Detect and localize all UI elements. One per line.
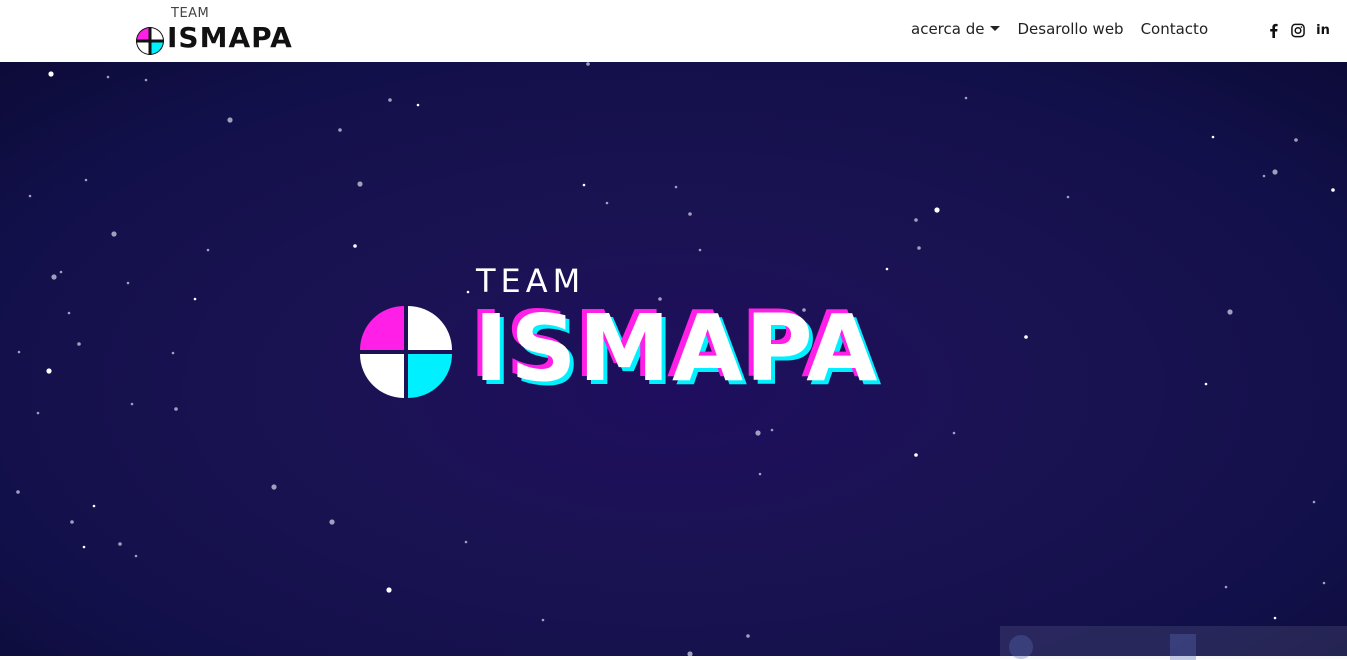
top-navbar: TEAM ISMAPA acerca de Desarollo web Cont…: [0, 0, 1347, 62]
nav-item-acerca-de[interactable]: acerca de: [911, 20, 1001, 38]
star: [51, 274, 57, 280]
star: [914, 453, 918, 457]
star: [1066, 195, 1070, 199]
logo-mark-icon: [136, 27, 164, 55]
star: [1211, 135, 1215, 139]
star: [70, 520, 74, 524]
star: [917, 246, 921, 250]
star: [134, 554, 138, 558]
star: [111, 231, 117, 237]
facebook-icon[interactable]: [1266, 22, 1280, 38]
nav-item-label: Contacto: [1140, 20, 1209, 38]
star: [271, 484, 277, 490]
instagram-icon[interactable]: [1291, 22, 1305, 38]
star: [386, 587, 392, 593]
social-links: in: [1266, 22, 1341, 38]
star: [48, 71, 54, 77]
main-menu: acerca de Desarollo web Contacto: [911, 20, 1225, 38]
star: [77, 342, 81, 346]
star: [1272, 169, 1278, 175]
star: [964, 96, 968, 100]
star: [952, 431, 956, 435]
star: [227, 117, 233, 123]
star: [1294, 138, 1298, 142]
file-icon[interactable]: [1170, 634, 1196, 660]
download-bar: [1000, 626, 1347, 660]
star: [144, 78, 148, 82]
star: [1331, 188, 1335, 192]
nav-item-desarollo-web[interactable]: Desarollo web: [1017, 20, 1123, 38]
star: [1322, 581, 1326, 585]
star: [59, 270, 63, 274]
star: [126, 281, 130, 285]
logo-brand-text: ISMAPA: [167, 21, 293, 54]
star: [1273, 616, 1277, 620]
star: [118, 542, 122, 546]
star: [36, 411, 40, 415]
star: [934, 207, 940, 213]
star: [416, 103, 420, 107]
star: [770, 428, 774, 432]
star: [388, 98, 392, 102]
star: [755, 430, 761, 436]
star: [586, 62, 590, 66]
star: [67, 311, 71, 315]
star: [16, 490, 20, 494]
star: [1204, 382, 1208, 386]
star: [84, 178, 88, 182]
star: [106, 75, 110, 79]
star: [1227, 309, 1233, 315]
star: [46, 368, 52, 374]
nav-item-label: acerca de: [911, 20, 985, 38]
hero-logo: TEAM ISMAPA: [356, 262, 956, 412]
star: [541, 618, 545, 622]
nav-item-label: Desarollo web: [1017, 20, 1124, 38]
star: [688, 212, 692, 216]
star: [1024, 335, 1028, 339]
star: [582, 183, 586, 187]
nav-item-contacto[interactable]: Contacto: [1141, 20, 1209, 38]
star: [698, 248, 702, 252]
linkedin-icon[interactable]: in: [1316, 22, 1330, 38]
star: [174, 407, 178, 411]
star: [171, 351, 175, 355]
star: [353, 244, 357, 248]
star: [1224, 585, 1228, 589]
star: [687, 651, 693, 656]
star: [130, 402, 134, 406]
star: [193, 297, 197, 301]
star: [746, 634, 750, 638]
star: [464, 540, 468, 544]
star: [1262, 174, 1266, 178]
star: [17, 350, 21, 354]
star: [206, 248, 210, 252]
hero-title: ISMAPA: [474, 295, 880, 402]
hero-section: TEAM ISMAPA: [0, 62, 1347, 656]
logo-team-text: TEAM: [171, 6, 210, 21]
star: [605, 201, 609, 205]
site-logo[interactable]: TEAM ISMAPA: [134, 6, 324, 58]
star: [1312, 500, 1316, 504]
star: [28, 194, 32, 198]
star: [758, 472, 762, 476]
star: [82, 545, 86, 549]
star: [92, 504, 96, 508]
star: [338, 128, 342, 132]
star: [914, 218, 918, 222]
caret-down-icon: [990, 26, 1001, 31]
star: [357, 181, 363, 187]
star: [329, 519, 335, 525]
download-icon[interactable]: [1009, 635, 1033, 659]
logo-mark-icon: [360, 306, 452, 398]
star: [674, 185, 678, 189]
